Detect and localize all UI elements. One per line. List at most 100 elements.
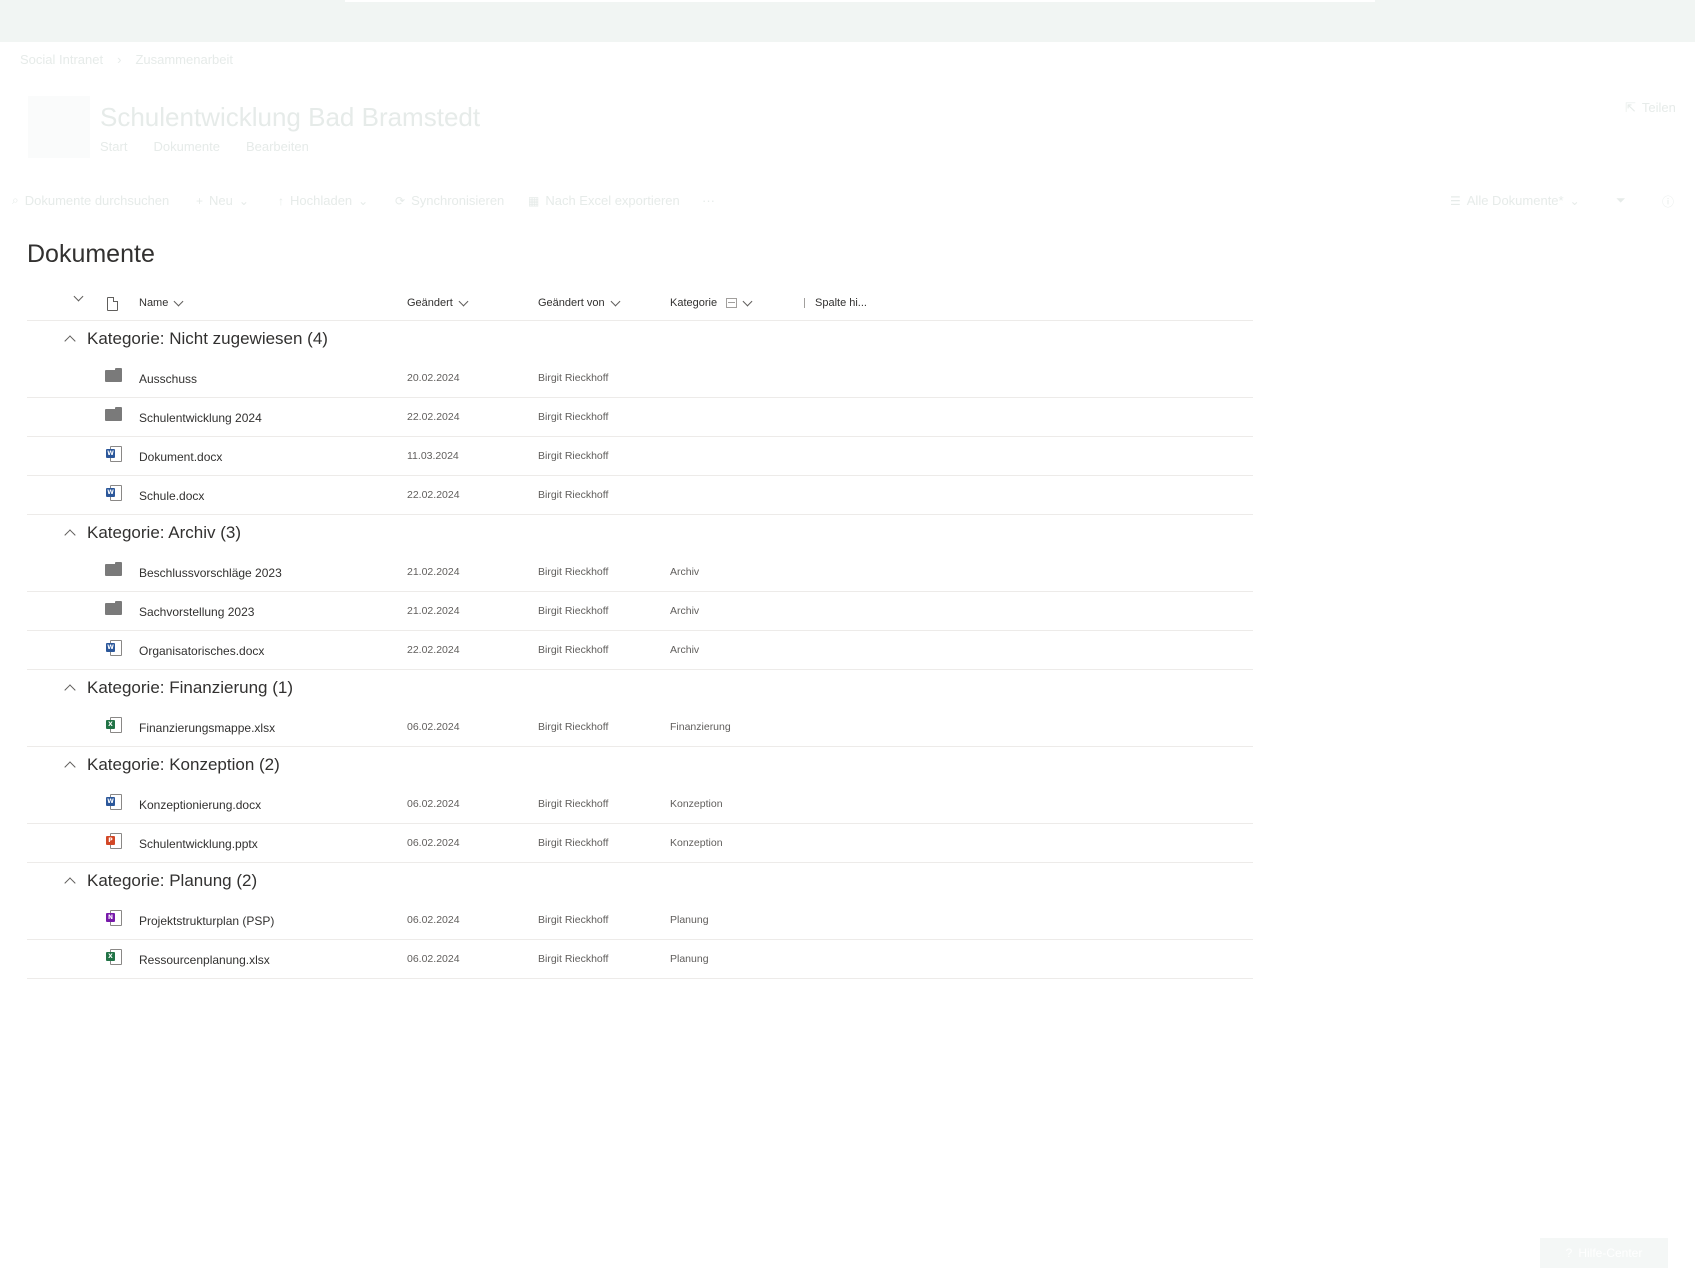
modified-by[interactable]: Birgit Rieckhoff [538,450,608,462]
site-navigation: Start Dokumente Bearbeiten [100,139,309,154]
more-icon: ··· [702,193,715,208]
breadcrumb-item-social-intranet[interactable]: Social Intranet [20,52,103,67]
view-selector[interactable]: ☰ Alle Dokumente* ⌄ [1450,193,1580,208]
file-name-link[interactable]: Projektstrukturplan (PSP) [139,914,274,928]
help-center-button[interactable]: ? Hilfe-Center [1540,1238,1668,1268]
new-button[interactable]: + Neu ⌄ [196,193,249,208]
chevron-up-icon[interactable] [64,761,76,773]
column-header-modified-by-label: Geändert von [538,297,605,309]
file-name-link[interactable]: Sachvorstellung 2023 [139,605,254,619]
modified-date: 22.02.2024 [407,644,460,656]
table-row[interactable]: W Organisatorisches.docx 22.02.2024 Birgit … [27,631,1253,670]
table-row[interactable]: P Schulentwicklung.pptx 06.02.2024 Birgit R… [27,824,1253,863]
filter-button[interactable]: ⏷ [1616,193,1626,208]
chevron-up-icon[interactable] [64,684,76,696]
group-header[interactable]: Kategorie: Archiv (3) [27,515,1253,553]
file-name-link[interactable]: Ausschuss [139,372,197,386]
category-value: Konzeption [670,798,723,810]
excel-file-icon: X [106,717,122,733]
column-header-row: Name Geändert Geändert von Kategorie Spa… [27,285,1253,321]
category-value: Konzeption [670,837,723,849]
upload-button[interactable]: ↑ Hochladen ⌄ [278,193,368,208]
chevron-up-icon[interactable] [64,877,76,889]
modified-by[interactable]: Birgit Rieckhoff [538,411,608,423]
modified-date: 22.02.2024 [407,489,460,501]
group-header[interactable]: Kategorie: Nicht zugewiesen (4) [27,321,1253,359]
file-name-link[interactable]: Dokument.docx [139,450,222,464]
modified-by[interactable]: Birgit Rieckhoff [538,605,608,617]
file-type-badge: X [106,952,115,961]
site-nav-item-start[interactable]: Start [100,139,127,154]
chevron-down-icon [610,296,621,306]
column-header-name[interactable]: Name [139,296,184,309]
table-row[interactable]: Ausschuss 20.02.2024 Birgit Rieckhoff [27,359,1253,398]
table-row[interactable]: X Ressourcenplanung.xlsx 06.02.2024 Birgit … [27,940,1253,979]
view-label: Alle Dokumente* [1466,193,1564,208]
file-name-link[interactable]: Organisatorisches.docx [139,644,264,658]
modified-by[interactable]: Birgit Rieckhoff [538,837,608,849]
column-header-modified[interactable]: Geändert [407,296,469,309]
group-header[interactable]: Kategorie: Finanzierung (1) [27,670,1253,708]
table-row[interactable]: X Finanzierungsmappe.xlsx 06.02.2024 Birgit… [27,708,1253,747]
table-row[interactable]: Schulentwicklung 2024 22.02.2024 Birgit Ri… [27,398,1253,437]
library-search-button[interactable]: ⌕ Dokumente durchsuchen [12,193,169,208]
chevron-up-icon[interactable] [64,335,76,347]
breadcrumb-item-zusammenarbeit[interactable]: Zusammenarbeit [135,52,233,67]
site-title[interactable]: Schulentwicklung Bad Bramstedt [100,102,480,133]
group-header[interactable]: Kategorie: Konzeption (2) [27,747,1253,785]
info-button[interactable]: ⓘ [1662,193,1674,210]
column-header-modified-by[interactable]: Geändert von [538,296,621,309]
table-row[interactable]: W Konzeptionierung.docx 06.02.2024 Birgit R… [27,785,1253,824]
modified-by[interactable]: Birgit Rieckhoff [538,914,608,926]
file-name-link[interactable]: Schulentwicklung.pptx [139,837,258,851]
export-excel-label: Nach Excel exportieren [545,193,680,208]
modified-by[interactable]: Birgit Rieckhoff [538,644,608,656]
breadcrumb: Social Intranet › Zusammenarbeit [20,52,233,67]
site-nav-item-bearbeiten[interactable]: Bearbeiten [246,139,309,154]
share-button[interactable]: ⇱ Teilen [1625,100,1676,116]
modified-by[interactable]: Birgit Rieckhoff [538,953,608,965]
modified-by[interactable]: Birgit Rieckhoff [538,721,608,733]
file-name-link[interactable]: Schule.docx [139,489,204,503]
group-header[interactable]: Kategorie: Planung (2) [27,863,1253,901]
category-value: Archiv [670,605,700,617]
collapse-all-toggle[interactable] [72,291,84,302]
export-excel-button[interactable]: ▦ Nach Excel exportieren [528,193,680,208]
column-header-name-label: Name [139,297,169,309]
modified-by[interactable]: Birgit Rieckhoff [538,372,608,384]
file-name-link[interactable]: Finanzierungsmappe.xlsx [139,721,275,735]
chevron-down-icon [458,296,469,306]
modified-by[interactable]: Birgit Rieckhoff [538,489,608,501]
suite-search-box[interactable] [345,0,1375,2]
table-row[interactable]: Sachvorstellung 2023 21.02.2024 Birgit Rie… [27,592,1253,631]
help-center-label: Hilfe-Center [1578,1246,1643,1260]
category-value: Planung [670,914,709,926]
more-button[interactable]: ··· [702,193,715,208]
add-column-button[interactable]: Spalte hi... [804,297,867,309]
chevron-down-icon: ⌄ [358,193,369,208]
plus-icon: + [196,193,204,208]
file-type-column-header[interactable] [107,297,118,311]
modified-by[interactable]: Birgit Rieckhoff [538,566,608,578]
file-type-icon-cell [105,562,122,576]
file-type-icon-cell: W [105,640,122,656]
site-nav-item-dokumente[interactable]: Dokumente [153,139,219,154]
upload-icon: ↑ [278,193,284,208]
file-name-link[interactable]: Ressourcenplanung.xlsx [139,953,270,967]
chevron-up-icon[interactable] [64,529,76,541]
file-name-link[interactable]: Schulentwicklung 2024 [139,411,262,425]
modified-date: 11.03.2024 [407,450,459,462]
file-name-link[interactable]: Konzeptionierung.docx [139,798,261,812]
table-row[interactable]: N Projektstrukturplan (PSP) 06.02.2024 Birg… [27,901,1253,940]
table-row[interactable]: W Schule.docx 22.02.2024 Birgit Rieckhoff [27,476,1253,515]
sync-button[interactable]: ⟳ Synchronisieren [395,193,504,208]
modified-by[interactable]: Birgit Rieckhoff [538,798,608,810]
file-name-link[interactable]: Beschlussvorschläge 2023 [139,566,282,580]
modified-date: 06.02.2024 [407,837,460,849]
column-header-category[interactable]: Kategorie [670,296,753,309]
file-type-icon-cell: W [105,485,122,501]
site-logo[interactable] [28,96,90,158]
upload-label: Hochladen [290,193,353,208]
table-row[interactable]: W Dokument.docx 11.03.2024 Birgit Rieckhoff [27,437,1253,476]
table-row[interactable]: Beschlussvorschläge 2023 21.02.2024 Birgit… [27,553,1253,592]
